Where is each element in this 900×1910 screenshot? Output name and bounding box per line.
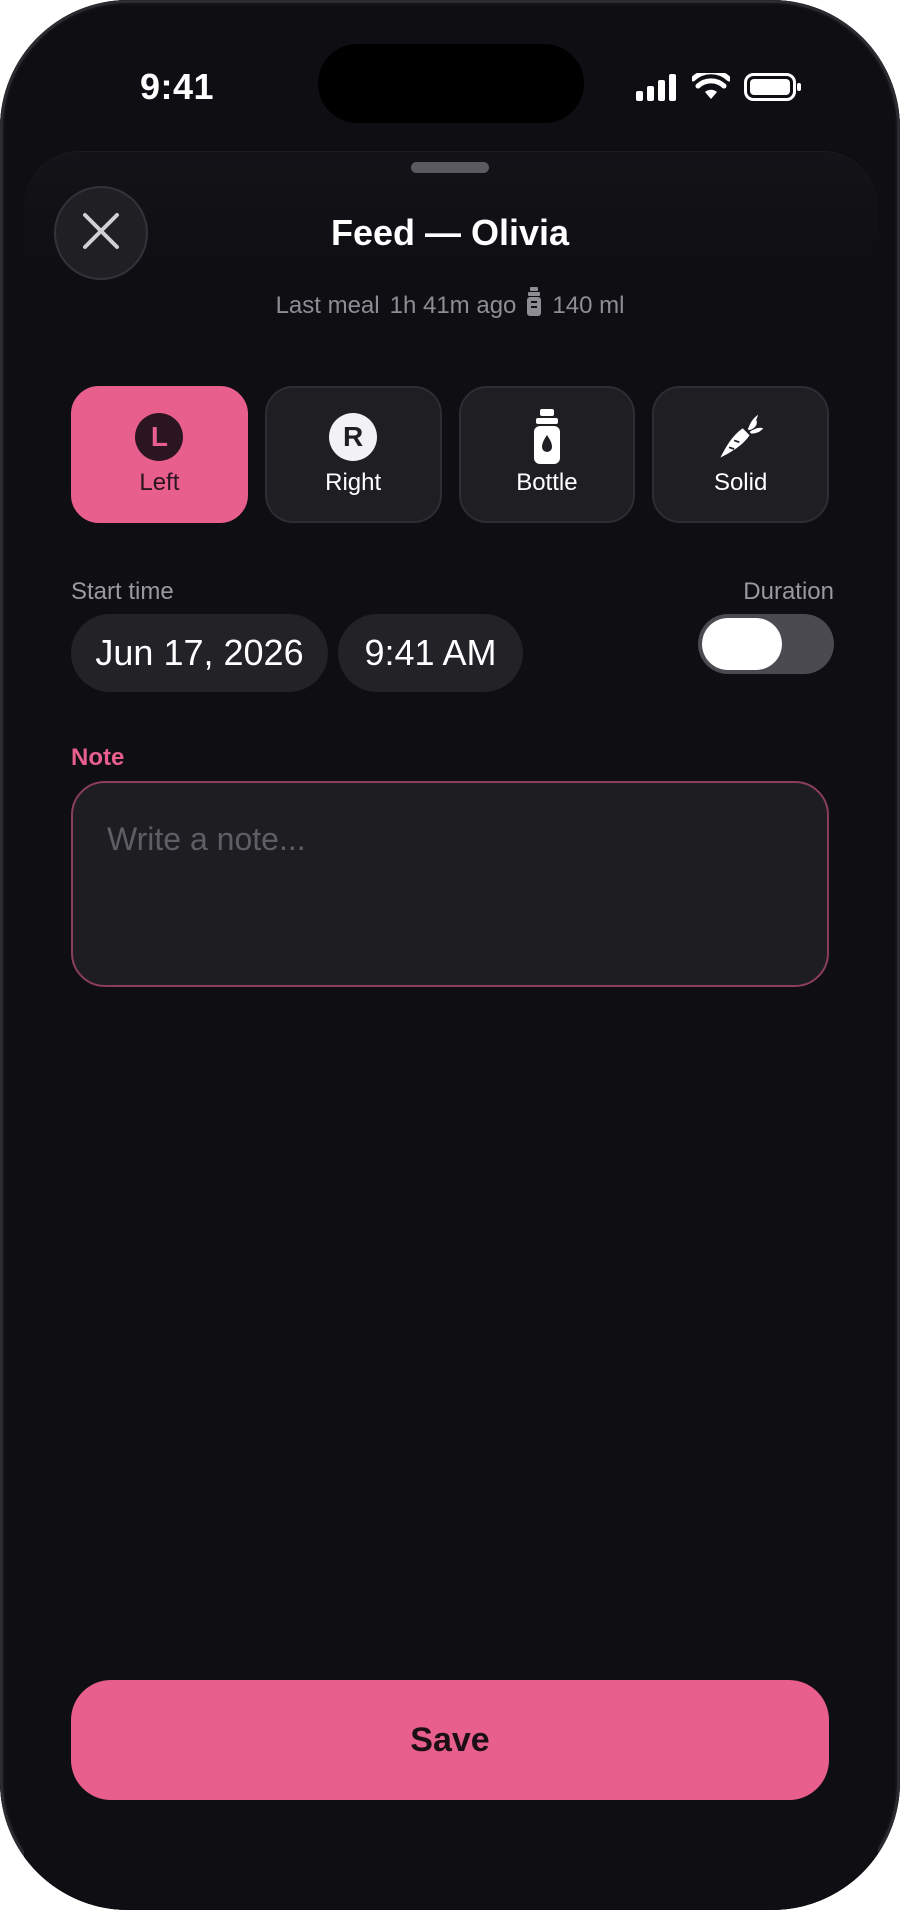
feed-type-label: Left	[139, 468, 180, 496]
bottle-icon	[523, 408, 571, 464]
feed-type-solid[interactable]: Solid	[652, 386, 829, 523]
left-badge: L	[135, 412, 184, 461]
note-input[interactable]: Write a note...	[71, 781, 829, 987]
save-button[interactable]: Save	[71, 1680, 829, 1800]
feed-type-label: Solid	[713, 468, 768, 496]
last-meal-label: Last meal	[275, 291, 380, 319]
toggle-knob	[702, 618, 782, 670]
feed-type-selector: L Left R Right Bottle Solid	[71, 386, 829, 523]
right-breast-icon: R	[329, 412, 378, 461]
note-label: Note	[71, 744, 125, 771]
feed-type-right[interactable]: R Right	[264, 386, 442, 523]
last-meal-summary: Last meal 1h 41m ago 140 ml	[150, 287, 750, 324]
dynamic-island	[318, 44, 584, 123]
sheet-grabber[interactable]	[411, 162, 489, 173]
feed-type-label: Bottle	[516, 468, 578, 496]
status-icons	[636, 68, 802, 106]
bottle-icon	[526, 287, 542, 324]
last-meal-amount: 140 ml	[552, 291, 625, 319]
start-time-label: Start time	[71, 578, 174, 605]
phone-frame: 9:41 Feed — Olivia Last meal 1h 41m ago …	[0, 0, 900, 1910]
feed-type-label: Right	[325, 468, 382, 496]
close-icon	[81, 211, 121, 256]
battery-icon	[744, 72, 802, 106]
close-button[interactable]	[54, 186, 148, 280]
feed-type-left[interactable]: L Left	[71, 386, 248, 523]
signal-icon	[636, 73, 678, 106]
status-time: 9:41	[139, 66, 215, 107]
page-title: Feed — Olivia	[330, 212, 570, 253]
feed-type-bottle[interactable]: Bottle	[458, 386, 636, 523]
start-time-picker[interactable]: 9:41 AM	[338, 614, 523, 692]
right-badge: R	[329, 412, 378, 461]
last-meal-ago: 1h 41m ago	[389, 291, 517, 319]
start-date-picker[interactable]: Jun 17, 2026	[71, 614, 328, 692]
carrot-icon	[717, 413, 765, 461]
duration-label: Duration	[743, 578, 834, 605]
wifi-icon	[690, 68, 732, 106]
left-breast-icon: L	[135, 412, 184, 461]
duration-toggle[interactable]	[698, 614, 834, 674]
